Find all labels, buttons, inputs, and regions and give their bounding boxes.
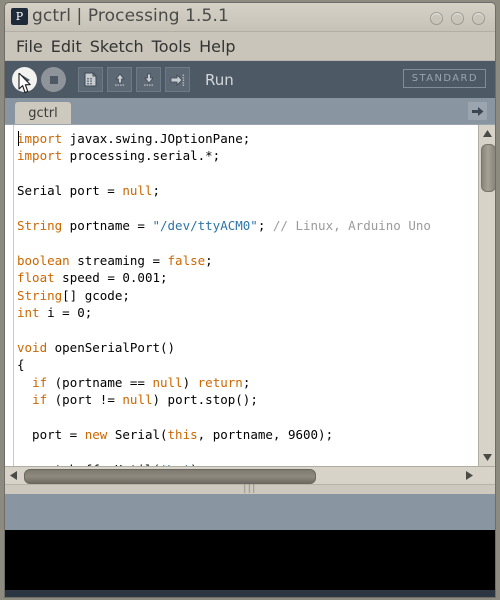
editor-console-divider[interactable]: ||| xyxy=(5,484,495,494)
horizontal-scrollbar-thumb[interactable] xyxy=(24,469,316,484)
tab-gctrl[interactable]: gctrl xyxy=(15,102,71,124)
vertical-scrollbar-thumb[interactable] xyxy=(481,144,495,192)
scrollbar-corner xyxy=(478,467,495,484)
menu-item-tools[interactable]: Tools xyxy=(148,37,195,56)
text-caret xyxy=(18,131,19,146)
vertical-scrollbar[interactable] xyxy=(478,125,495,466)
stop-button[interactable] xyxy=(40,66,67,93)
menu-bar: File Edit Sketch Tools Help xyxy=(5,32,495,61)
open-sketch-icon xyxy=(107,67,132,92)
scroll-right-icon[interactable] xyxy=(462,468,477,483)
source-code: import javax.swing.JOptionPane; import p… xyxy=(17,131,431,466)
divider-grip-icon: ||| xyxy=(243,484,257,494)
new-sketch-icon xyxy=(78,67,103,92)
new-sketch-button[interactable] xyxy=(77,66,104,93)
mode-badge[interactable]: STANDARD xyxy=(402,69,486,88)
stop-square-icon xyxy=(49,75,58,84)
code-editor: import javax.swing.JOptionPane; import p… xyxy=(5,124,495,466)
export-application-icon xyxy=(165,67,190,92)
open-sketch-button[interactable] xyxy=(106,66,133,93)
menu-item-edit[interactable]: Edit xyxy=(47,37,86,56)
console-output[interactable] xyxy=(5,530,495,590)
status-bar: 1 xyxy=(5,590,495,598)
maximize-icon[interactable] xyxy=(451,12,464,25)
menu-item-file[interactable]: File xyxy=(12,37,47,56)
console-top-spacer xyxy=(5,494,495,530)
title-bar: P gctrl | Processing 1.5.1 xyxy=(5,3,495,32)
horizontal-scrollbar[interactable] xyxy=(5,466,495,484)
toolbar-status-label: Run xyxy=(205,70,234,89)
run-icon xyxy=(12,67,37,92)
toolbar: Run STANDARD xyxy=(5,61,495,98)
menu-item-help[interactable]: Help xyxy=(195,37,239,56)
minimize-icon[interactable] xyxy=(430,12,443,25)
scroll-left-icon[interactable] xyxy=(6,468,21,483)
line-number-indicator: 1 xyxy=(13,597,20,598)
code-text-area[interactable]: import javax.swing.JOptionPane; import p… xyxy=(5,125,478,466)
run-button[interactable] xyxy=(11,66,38,93)
window-title: gctrl | Processing 1.5.1 xyxy=(32,6,229,26)
arrow-right-icon[interactable] xyxy=(468,102,487,120)
export-application-button[interactable] xyxy=(164,66,191,93)
close-icon[interactable] xyxy=(472,12,485,25)
processing-logo-glyph: P xyxy=(15,10,24,23)
tab-bar: gctrl xyxy=(5,98,495,124)
scroll-up-icon[interactable] xyxy=(480,126,495,141)
save-sketch-icon xyxy=(136,67,161,92)
menu-item-sketch[interactable]: Sketch xyxy=(86,37,148,56)
play-triangle-icon xyxy=(22,74,30,85)
processing-ide-window: P gctrl | Processing 1.5.1 File Edit Ske… xyxy=(4,2,496,598)
scroll-down-icon[interactable] xyxy=(480,450,495,465)
save-sketch-button[interactable] xyxy=(135,66,162,93)
stop-icon xyxy=(41,67,66,92)
gutter-divider xyxy=(13,125,14,466)
processing-logo-icon: P xyxy=(11,8,28,25)
